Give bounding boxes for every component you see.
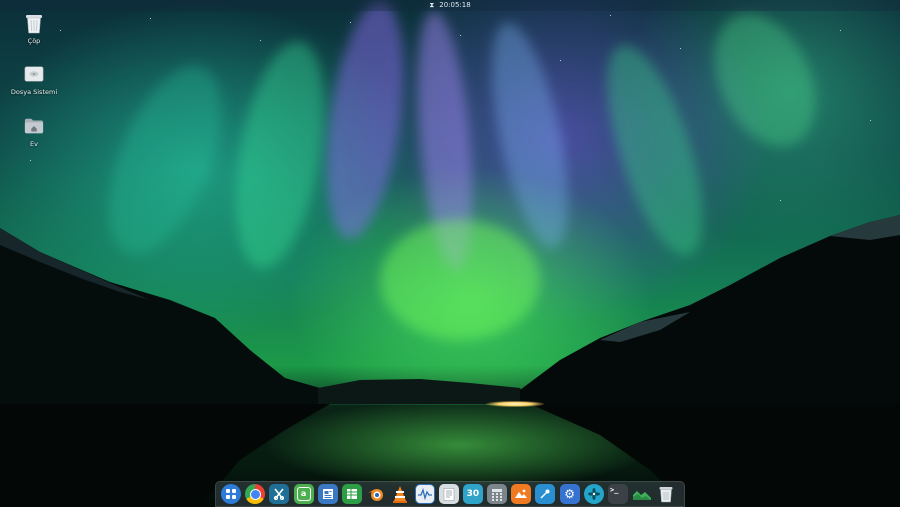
- writer-icon[interactable]: [317, 484, 338, 504]
- screenshot-icon[interactable]: [269, 484, 290, 504]
- trash-icon[interactable]: [656, 484, 676, 504]
- desktop-icon-label: Dosya Sistemi: [10, 88, 58, 96]
- trash-icon: [24, 12, 44, 34]
- calendar-icon[interactable]: 30: [462, 484, 483, 504]
- town-lights: [486, 401, 544, 407]
- color-picker-icon[interactable]: [535, 484, 556, 504]
- blender-icon[interactable]: [366, 484, 386, 504]
- top-panel: ⧗ 20:05:18: [0, 0, 900, 11]
- desktop-icon-label: Çöp: [27, 37, 41, 45]
- launcher-icon[interactable]: [221, 484, 241, 504]
- desktop-icon-filesystem[interactable]: Dosya Sistemi: [4, 63, 64, 96]
- image-viewer-icon[interactable]: [511, 484, 532, 504]
- chrome-icon[interactable]: [245, 484, 266, 504]
- spreadsheet-icon[interactable]: [341, 484, 362, 504]
- desktop-icon-home[interactable]: Ev: [4, 115, 64, 148]
- settings-icon[interactable]: ⚙: [559, 484, 580, 504]
- system-monitor-icon[interactable]: [414, 484, 435, 504]
- desktop-wallpaper: [0, 0, 900, 507]
- fan-icon[interactable]: [583, 484, 604, 504]
- cloud-icon[interactable]: [632, 484, 652, 504]
- vlc-icon[interactable]: [390, 484, 410, 504]
- dock: a 30 ⚙ >_: [215, 481, 685, 507]
- clock[interactable]: ⧗ 20:05:18: [429, 0, 470, 11]
- clock-time: 20:05:18: [439, 1, 471, 9]
- desktop-icon-trash[interactable]: Çöp: [4, 12, 64, 45]
- app-store-icon[interactable]: a: [293, 484, 314, 504]
- desktop-icon-label: Ev: [30, 140, 38, 148]
- terminal-icon[interactable]: >_: [608, 484, 628, 504]
- calculator-icon[interactable]: [487, 484, 508, 504]
- text-editor-icon[interactable]: [438, 484, 459, 504]
- drive-icon: [24, 63, 44, 85]
- home-folder-icon: [24, 115, 44, 137]
- hourglass-icon: ⧗: [429, 1, 435, 9]
